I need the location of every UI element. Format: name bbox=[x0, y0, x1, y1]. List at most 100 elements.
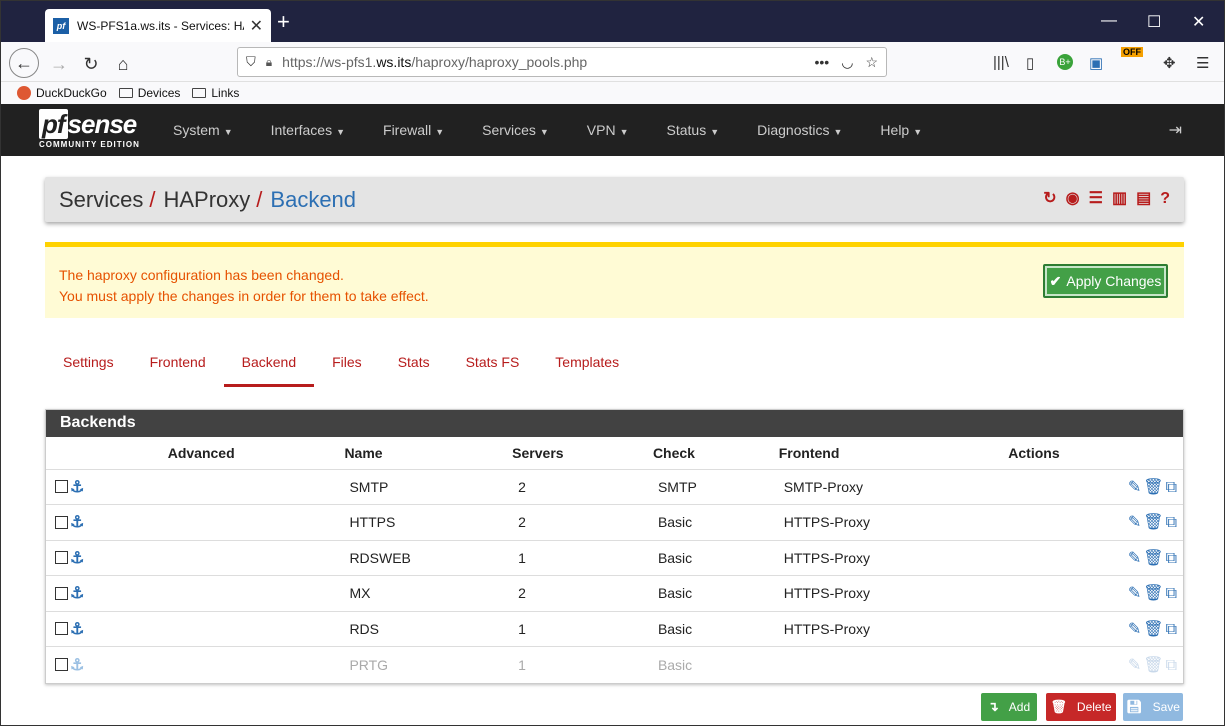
copy-icon[interactable]: ⧉ bbox=[1166, 585, 1177, 602]
settings-sliders-icon[interactable]: ☰ bbox=[1089, 190, 1103, 208]
menu-help[interactable]: Help ▼ bbox=[880, 122, 922, 138]
copy-icon[interactable]: ⧉ bbox=[1166, 550, 1177, 567]
copy-icon[interactable]: ⧉ bbox=[1166, 621, 1177, 638]
tab-settings[interactable]: Settings bbox=[45, 341, 132, 387]
save-button[interactable]: 💾︎ Save bbox=[1123, 693, 1183, 721]
stop-service-icon[interactable]: ◉ bbox=[1066, 190, 1080, 208]
bookmark-star-icon[interactable]: ☆ bbox=[865, 54, 878, 71]
help-icon[interactable]: ? bbox=[1160, 190, 1170, 208]
save-label: Save bbox=[1152, 700, 1180, 714]
apply-changes-button[interactable]: ✔ Apply Changes bbox=[1043, 264, 1168, 298]
lock-icon[interactable]: 🔒︎ bbox=[266, 55, 272, 70]
row-checkbox[interactable] bbox=[55, 551, 68, 565]
window-close-icon[interactable]: ✕ bbox=[1192, 12, 1205, 32]
anchor-drag-icon[interactable]: ⚓︎ bbox=[70, 479, 84, 496]
tab-backend[interactable]: Backend bbox=[223, 341, 315, 387]
title-bar: pf WS-PFS1a.ws.its - Services: HAProxy ✕… bbox=[1, 1, 1224, 42]
menu-firewall[interactable]: Firewall ▼ bbox=[383, 122, 444, 138]
table-row[interactable]: ⚓︎ RDS 1 Basic HTTPS-Proxy ✎ 🗑︎ ⧉ bbox=[46, 610, 1183, 647]
delete-trash-icon[interactable]: 🗑︎ bbox=[1143, 657, 1163, 674]
copy-icon[interactable]: ⧉ bbox=[1166, 479, 1177, 496]
delete-trash-icon[interactable]: 🗑︎ bbox=[1143, 514, 1163, 531]
tab-stats[interactable]: Stats bbox=[380, 341, 448, 387]
table-row[interactable]: ⚓︎ PRTG 1 Basic ✎ 🗑︎ ⧉ bbox=[46, 646, 1183, 682]
caret-down-icon: ▼ bbox=[833, 127, 843, 137]
tab-templates[interactable]: Templates bbox=[537, 341, 637, 387]
sidebar-icon[interactable]: ▯ bbox=[1026, 54, 1034, 72]
anchor-drag-icon[interactable]: ⚓︎ bbox=[70, 621, 84, 638]
tab-files[interactable]: Files bbox=[314, 341, 380, 387]
row-checkbox[interactable] bbox=[55, 658, 68, 671]
maximize-icon[interactable]: ☐ bbox=[1147, 12, 1161, 32]
edit-pencil-icon[interactable]: ✎ bbox=[1128, 550, 1141, 567]
add-button[interactable]: ↴ Add bbox=[981, 693, 1037, 721]
delete-trash-icon[interactable]: 🗑︎ bbox=[1143, 479, 1163, 496]
delete-trash-icon[interactable]: 🗑︎ bbox=[1143, 621, 1163, 638]
page-actions-icon[interactable]: ••• bbox=[815, 54, 830, 70]
menu-diagnostics[interactable]: Diagnostics ▼ bbox=[757, 122, 842, 138]
shield-icon[interactable]: ⛉ bbox=[246, 54, 256, 70]
menu-interfaces[interactable]: Interfaces ▼ bbox=[271, 122, 345, 138]
cell-actions: ✎ 🗑︎ ⧉ bbox=[1008, 646, 1183, 682]
breadcrumb-haproxy[interactable]: HAProxy bbox=[163, 187, 250, 213]
breadcrumb-services[interactable]: Services bbox=[59, 187, 143, 213]
edit-pencil-icon[interactable]: ✎ bbox=[1128, 514, 1141, 531]
anchor-drag-icon[interactable]: ⚓︎ bbox=[70, 550, 84, 567]
row-checkbox[interactable] bbox=[55, 515, 68, 529]
status-chart-icon[interactable]: ▥ bbox=[1112, 190, 1127, 208]
anchor-drag-icon[interactable]: ⚓︎ bbox=[70, 514, 84, 531]
table-row[interactable]: ⚓︎ MX 2 Basic HTTPS-Proxy ✎ 🗑︎ ⧉ bbox=[46, 575, 1183, 611]
edit-pencil-icon[interactable]: ✎ bbox=[1128, 657, 1141, 674]
home-icon[interactable]: ⌂ bbox=[109, 50, 137, 78]
anchor-drag-icon[interactable]: ⚓︎ bbox=[70, 585, 84, 602]
table-row[interactable]: ⚓︎ SMTP 2 SMTP SMTP-Proxy ✎ 🗑︎ ⧉ bbox=[46, 468, 1183, 505]
library-icon[interactable]: |||\ bbox=[993, 54, 1009, 71]
logs-icon[interactable]: ▤ bbox=[1136, 190, 1151, 208]
delete-trash-icon[interactable]: 🗑︎ bbox=[1143, 550, 1163, 567]
menu-services[interactable]: Services ▼ bbox=[482, 122, 549, 138]
edit-pencil-icon[interactable]: ✎ bbox=[1128, 585, 1141, 602]
save-addon-icon[interactable]: ▣ bbox=[1089, 54, 1103, 72]
alert-line-2: You must apply the changes in order for … bbox=[59, 288, 429, 304]
cell-check: Basic bbox=[652, 646, 779, 682]
delete-button[interactable]: 🗑︎ Delete bbox=[1046, 693, 1116, 721]
menu-status[interactable]: Status ▼ bbox=[667, 122, 720, 138]
breadcrumb-actions: ↻ ◉ ☰ ▥ ▤ ? bbox=[1034, 190, 1170, 208]
row-checkbox[interactable] bbox=[55, 586, 68, 600]
bookmark-links[interactable]: Links bbox=[192, 86, 239, 100]
address-bar[interactable]: ⛉ 🔒︎ https://ws-pfs1.ws.its/haproxy/hapr… bbox=[237, 47, 887, 77]
alert-message: The haproxy configuration has been chang… bbox=[59, 265, 429, 307]
logout-icon[interactable]: ⇥ bbox=[1169, 120, 1182, 140]
menu-vpn[interactable]: VPN ▼ bbox=[587, 122, 629, 138]
bookmark-duckduckgo[interactable]: DuckDuckGo bbox=[17, 86, 107, 100]
addon-badge[interactable]: OFF bbox=[1121, 47, 1143, 57]
bitwarden-addon-icon[interactable]: B+ bbox=[1057, 54, 1073, 70]
breadcrumb-backend[interactable]: Backend bbox=[270, 187, 356, 213]
restart-service-icon[interactable]: ↻ bbox=[1043, 190, 1056, 208]
row-checkbox[interactable] bbox=[55, 480, 68, 494]
copy-icon[interactable]: ⧉ bbox=[1166, 657, 1177, 674]
edit-pencil-icon[interactable]: ✎ bbox=[1128, 479, 1141, 496]
forward-arrow-icon[interactable]: → bbox=[45, 50, 73, 78]
tab-close-icon[interactable]: ✕ bbox=[250, 16, 263, 36]
bookmark-devices[interactable]: Devices bbox=[118, 86, 180, 100]
anchor-drag-icon[interactable]: ⚓︎ bbox=[70, 657, 84, 674]
copy-icon[interactable]: ⧉ bbox=[1166, 514, 1177, 531]
browser-tab[interactable]: pf WS-PFS1a.ws.its - Services: HAProxy ✕ bbox=[45, 9, 271, 42]
pocket-icon[interactable]: ◡ bbox=[841, 54, 853, 71]
new-tab-icon[interactable]: + bbox=[277, 11, 290, 33]
reload-icon[interactable]: ↻ bbox=[77, 50, 105, 78]
minimize-icon[interactable]: — bbox=[1101, 12, 1117, 30]
row-checkbox[interactable] bbox=[55, 622, 68, 636]
hamburger-menu-icon[interactable]: ☰ bbox=[1196, 54, 1209, 72]
tab-frontend[interactable]: Frontend bbox=[132, 341, 224, 387]
pfsense-logo[interactable]: pf sense COMMUNITY EDITION bbox=[39, 109, 140, 149]
delete-trash-icon[interactable]: 🗑︎ bbox=[1143, 585, 1163, 602]
table-row[interactable]: ⚓︎ HTTPS 2 Basic HTTPS-Proxy ✎ 🗑︎ ⧉ bbox=[46, 504, 1183, 540]
back-arrow-icon[interactable]: ← bbox=[9, 48, 39, 78]
edit-pencil-icon[interactable]: ✎ bbox=[1128, 621, 1141, 638]
menu-system[interactable]: System ▼ bbox=[173, 122, 233, 138]
extensions-icon[interactable]: ✥ bbox=[1163, 54, 1176, 72]
table-row[interactable]: ⚓︎ RDSWEB 1 Basic HTTPS-Proxy ✎ 🗑︎ ⧉ bbox=[46, 539, 1183, 576]
tab-stats-fs[interactable]: Stats FS bbox=[448, 341, 538, 387]
